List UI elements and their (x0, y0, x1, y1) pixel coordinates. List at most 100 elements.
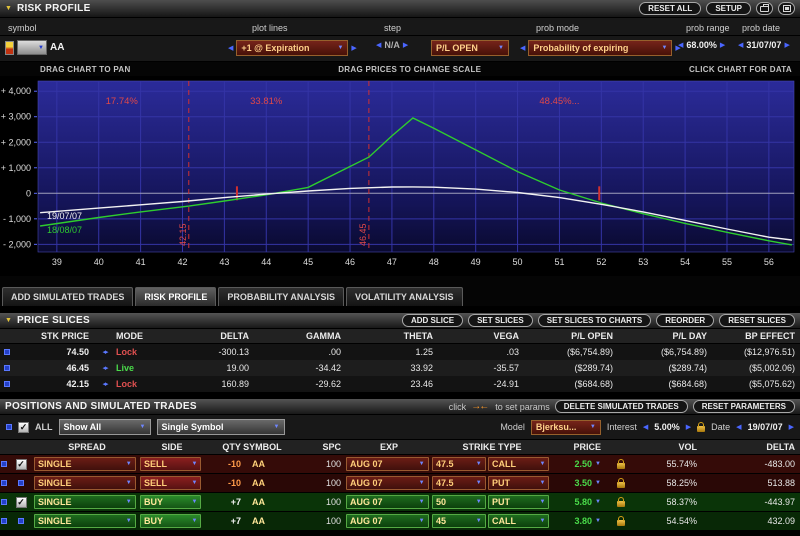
spin-right-icon[interactable]: ▶ (351, 45, 356, 52)
reset-parameters-button[interactable]: RESET PARAMETERS (693, 400, 795, 413)
qty-value[interactable]: +7 (204, 493, 246, 511)
slice-stk-price[interactable]: 46.45 (14, 360, 94, 376)
col-delta[interactable]: DELTA (702, 440, 800, 454)
type-dropdown[interactable]: CALL▼ (488, 457, 549, 471)
col-exp[interactable]: EXP (346, 440, 432, 454)
delete-simulated-trades-button[interactable]: DELETE SIMULATED TRADES (555, 400, 688, 413)
show-all-dropdown[interactable]: Show All▼ (59, 419, 151, 435)
plot-lines-dropdown[interactable]: +1 @ Expiration▼ (236, 40, 348, 56)
strike-dropdown[interactable]: 50▼ (432, 495, 486, 509)
col-strike-type[interactable]: STRIKE TYPE (432, 440, 552, 454)
row-checkbox[interactable]: ✓ (16, 497, 27, 508)
slice-adjust-icon[interactable]: ◂▸ (94, 360, 116, 376)
spread-dropdown[interactable]: SINGLE▼ (34, 476, 136, 490)
price-dropdown[interactable]: 2.50▼ (552, 455, 606, 473)
col-vol[interactable]: VOL (636, 440, 702, 454)
slice-mode[interactable]: Live (116, 360, 162, 376)
col-pl-open[interactable]: P/L OPEN (524, 329, 618, 343)
spin-right-icon[interactable]: ▶ (789, 424, 794, 431)
print-button[interactable] (756, 2, 773, 15)
slice-adjust-icon[interactable]: ◂▸ (94, 344, 116, 360)
spread-dropdown[interactable]: SINGLE▼ (34, 495, 136, 509)
type-dropdown[interactable]: CALL▼ (488, 514, 549, 528)
risk-profile-chart[interactable]: 394041424344454647484950515253545556+ 4,… (0, 76, 800, 276)
price-dropdown[interactable]: 3.50▼ (552, 474, 606, 492)
spin-right-icon[interactable]: ▶ (686, 424, 691, 431)
slice-stk-price[interactable]: 42.15 (14, 376, 94, 392)
set-slices-button[interactable]: SET SLICES (468, 314, 533, 327)
col-stk-price[interactable]: STK PRICE (14, 329, 94, 343)
collapse-triangle-icon[interactable]: ▼ (5, 5, 12, 12)
symbol-value[interactable]: AA (50, 42, 64, 53)
price-lock-icon[interactable] (617, 463, 625, 469)
exp-dropdown[interactable]: AUG 07▼ (346, 457, 429, 471)
row-marker-icon[interactable] (4, 365, 10, 371)
spin-left-icon[interactable]: ◀ (678, 42, 683, 49)
side-dropdown[interactable]: SELL▼ (140, 457, 201, 471)
exp-dropdown[interactable]: AUG 07▼ (346, 495, 429, 509)
model-dropdown[interactable]: Bjerksu...▼ (531, 420, 601, 435)
symbol-dropdown[interactable]: ▼ (17, 40, 47, 55)
qty-value[interactable]: -10 (204, 474, 246, 492)
slice-mode[interactable]: Lock (116, 376, 162, 392)
col-bp-effect[interactable]: BP EFFECT (712, 329, 800, 343)
row-link-icon[interactable] (18, 518, 24, 524)
price-lock-icon[interactable] (617, 482, 625, 488)
row-link-icon[interactable] (18, 480, 24, 486)
prob-date-value[interactable]: 31/07/07 (746, 40, 781, 50)
spin-left-icon[interactable]: ◀ (643, 424, 648, 431)
exp-dropdown[interactable]: AUG 07▼ (346, 476, 429, 490)
col-qty-symbol[interactable]: QTY SYMBOL (204, 440, 300, 454)
col-side[interactable]: SIDE (140, 440, 204, 454)
spin-left-icon[interactable]: ◀ (228, 45, 233, 52)
qty-value[interactable]: +7 (204, 512, 246, 530)
reorder-button[interactable]: REORDER (656, 314, 714, 327)
setup-button[interactable]: SETUP (706, 2, 751, 15)
spin-right-icon[interactable]: ▶ (720, 42, 725, 49)
side-dropdown[interactable]: BUY▼ (140, 495, 201, 509)
price-lock-icon[interactable] (617, 501, 625, 507)
spread-dropdown[interactable]: SINGLE▼ (34, 457, 136, 471)
slice-mode[interactable]: Lock (116, 344, 162, 360)
price-dropdown[interactable]: 3.80▼ (552, 512, 606, 530)
row-marker-icon[interactable] (4, 381, 10, 387)
interest-lock-icon[interactable] (697, 426, 705, 432)
col-theta[interactable]: THETA (346, 329, 438, 343)
slice-adjust-icon[interactable]: ◂▸ (94, 376, 116, 392)
export-button[interactable] (778, 2, 795, 15)
type-dropdown[interactable]: PUT▼ (488, 495, 549, 509)
exp-dropdown[interactable]: AUG 07▼ (346, 514, 429, 528)
spin-left-icon[interactable]: ◀ (738, 42, 743, 49)
interest-value[interactable]: 5.00% (654, 422, 680, 432)
reset-slices-button[interactable]: RESET SLICES (719, 314, 795, 327)
tab-volatility-analysis[interactable]: VOLATILITY ANALYSIS (346, 287, 463, 306)
slice-stk-price[interactable]: 74.50 (14, 344, 94, 360)
all-checkbox[interactable]: ✓ (18, 422, 29, 433)
prob-range-value[interactable]: 68.00% (686, 40, 717, 50)
row-checkbox[interactable]: ✓ (16, 459, 27, 470)
collapse-triangle-icon[interactable]: ▼ (5, 317, 12, 324)
strike-dropdown[interactable]: 47.5▼ (432, 476, 486, 490)
strike-dropdown[interactable]: 45▼ (432, 514, 486, 528)
side-dropdown[interactable]: SELL▼ (140, 476, 201, 490)
col-gamma[interactable]: GAMMA (254, 329, 346, 343)
pl-mode-dropdown[interactable]: P/L OPEN▼ (431, 40, 509, 56)
strike-dropdown[interactable]: 47.5▼ (432, 457, 486, 471)
col-delta[interactable]: DELTA (162, 329, 254, 343)
spin-right-icon[interactable]: ▶ (403, 42, 408, 49)
qty-value[interactable]: -10 (204, 455, 246, 473)
col-pl-day[interactable]: P/L DAY (618, 329, 712, 343)
price-dropdown[interactable]: 5.80▼ (552, 493, 606, 511)
spin-left-icon[interactable]: ◀ (376, 42, 381, 49)
tab-probability-analysis[interactable]: PROBABILITY ANALYSIS (218, 287, 344, 306)
spin-right-icon[interactable]: ▶ (784, 42, 789, 49)
col-price[interactable]: PRICE (552, 440, 606, 454)
symbol-mode-dropdown[interactable]: Single Symbol▼ (157, 419, 285, 435)
set-slices-to-charts-button[interactable]: SET SLICES TO CHARTS (538, 314, 651, 327)
col-mode[interactable]: MODE (116, 329, 162, 343)
tab-add-simulated-trades[interactable]: ADD SIMULATED TRADES (2, 287, 133, 306)
side-dropdown[interactable]: BUY▼ (140, 514, 201, 528)
prob-mode-dropdown[interactable]: Probability of expiring▼ (528, 40, 672, 56)
date-value[interactable]: 19/07/07 (748, 422, 783, 432)
type-dropdown[interactable]: PUT▼ (488, 476, 549, 490)
